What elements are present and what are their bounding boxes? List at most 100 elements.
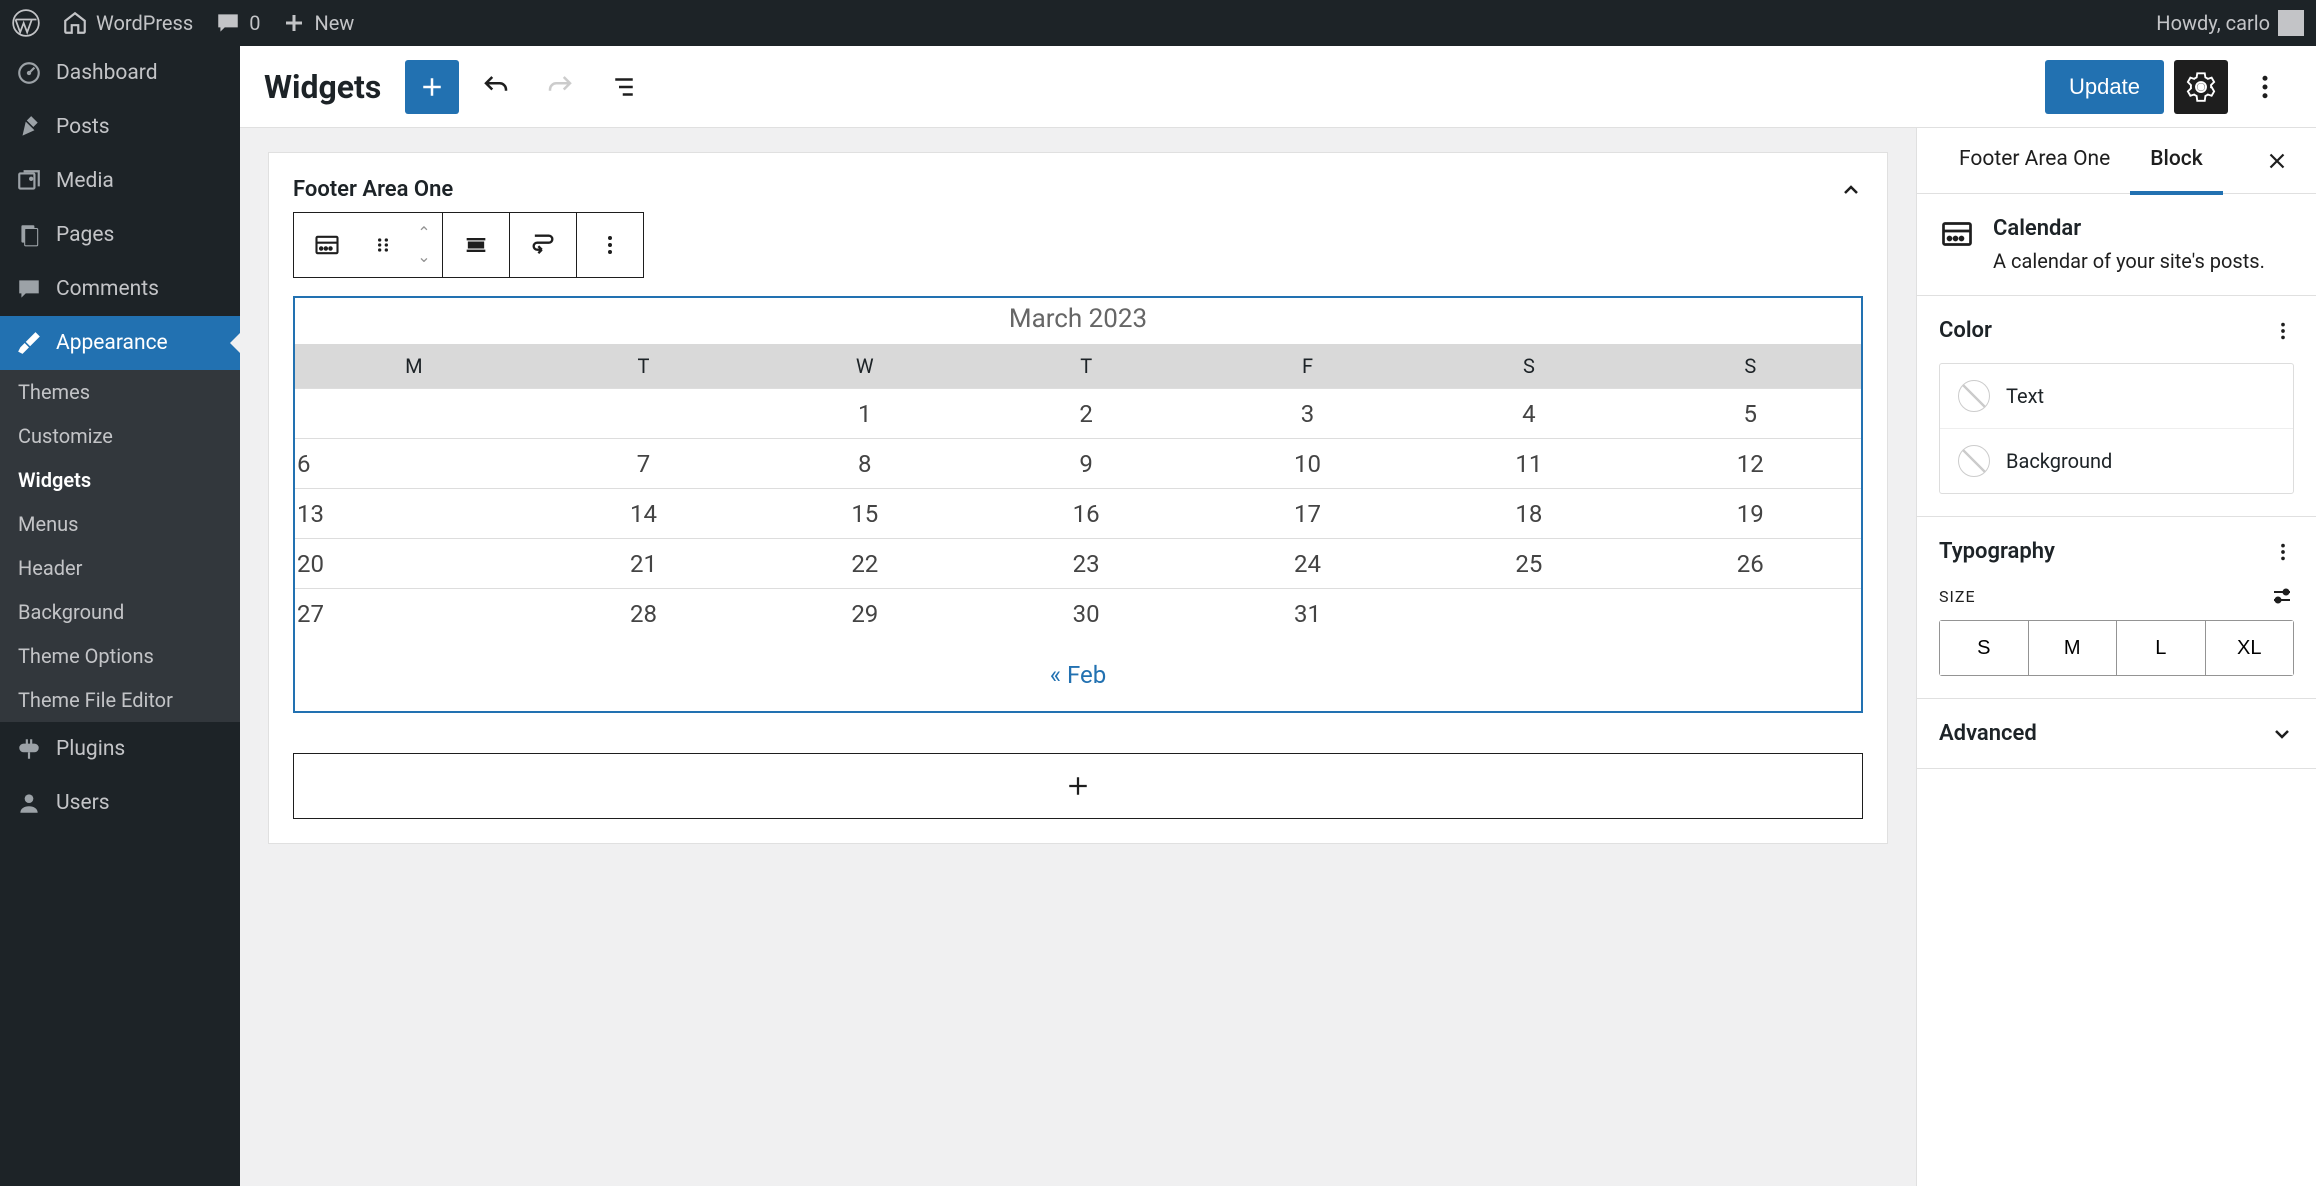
color-swatch-icon	[1958, 380, 1990, 412]
sidebar-item-appearance[interactable]: Appearance	[0, 316, 240, 370]
sidebar-item-posts[interactable]: Posts	[0, 100, 240, 154]
calendar-day-cell: 23	[975, 539, 1196, 589]
submenu-themes[interactable]: Themes	[0, 370, 240, 414]
collapse-area-button[interactable]	[1839, 178, 1863, 202]
color-text-button[interactable]: Text	[1940, 364, 2293, 428]
calendar-prev-link[interactable]: « Feb	[1050, 661, 1106, 689]
drag-handle[interactable]	[360, 213, 406, 277]
new-link[interactable]: New	[282, 11, 354, 35]
calendar-day-header: T	[975, 344, 1196, 389]
calendar-day-cell: 27	[295, 589, 533, 639]
admin-sidebar: Dashboard Posts Media Pages Comments App…	[0, 46, 240, 1186]
move-to-button[interactable]	[510, 213, 576, 277]
calendar-day-cell: 22	[754, 539, 975, 589]
submenu-theme-file-editor[interactable]: Theme File Editor	[0, 678, 240, 722]
calendar-day-cell: 2	[975, 389, 1196, 439]
calendar-block[interactable]: March 2023 MTWTFSS 123456789101112131415…	[293, 296, 1863, 713]
sidebar-submenu: Themes Customize Widgets Menus Header Ba…	[0, 370, 240, 722]
block-more-button[interactable]	[577, 213, 643, 277]
editor-canvas: Footer Area One	[240, 128, 1916, 1186]
panel-advanced-toggle[interactable]: Advanced	[1939, 721, 2294, 746]
calendar-day-cell: 13	[295, 489, 533, 539]
calendar-day-cell: 8	[754, 439, 975, 489]
size-option-xl[interactable]: XL	[2206, 621, 2294, 675]
undo-button[interactable]	[469, 60, 523, 114]
size-label: SIZE	[1939, 587, 1976, 606]
move-down-button[interactable]: ⌄	[406, 245, 442, 269]
size-settings-icon[interactable]	[2270, 584, 2294, 608]
close-inspector-button[interactable]	[2260, 144, 2294, 178]
calendar-day-cell: 14	[533, 489, 754, 539]
add-block-placeholder[interactable]	[293, 753, 1863, 819]
user-menu[interactable]: Howdy, carlo	[2156, 10, 2304, 36]
block-name: Calendar	[1993, 216, 2265, 241]
calendar-day-cell: 25	[1418, 539, 1639, 589]
calendar-day-cell	[1418, 589, 1639, 639]
submenu-customize[interactable]: Customize	[0, 414, 240, 458]
sidebar-item-pages[interactable]: Pages	[0, 208, 240, 262]
calendar-day-cell: 18	[1418, 489, 1639, 539]
calendar-day-header: S	[1418, 344, 1639, 389]
calendar-day-cell	[295, 389, 533, 439]
size-option-l[interactable]: L	[2117, 621, 2206, 675]
size-option-s[interactable]: S	[1940, 621, 2029, 675]
add-block-button[interactable]	[405, 60, 459, 114]
inspector-sidebar: Footer Area One Block Calendar A	[1916, 128, 2316, 1186]
calendar-day-cell: 24	[1197, 539, 1418, 589]
editor-header: Widgets Update	[240, 46, 2316, 128]
calendar-day-cell: 4	[1418, 389, 1639, 439]
calendar-day-header: T	[533, 344, 754, 389]
comments-link[interactable]: 0	[215, 10, 260, 36]
tab-widget-area[interactable]: Footer Area One	[1939, 128, 2130, 195]
calendar-day-cell: 10	[1197, 439, 1418, 489]
align-button[interactable]	[443, 213, 509, 277]
calendar-day-cell: 1	[754, 389, 975, 439]
move-up-button[interactable]: ⌃	[406, 221, 442, 245]
sidebar-item-plugins[interactable]: Plugins	[0, 722, 240, 776]
more-options-button[interactable]	[2238, 60, 2292, 114]
calendar-caption: March 2023	[295, 298, 1861, 344]
calendar-day-header: F	[1197, 344, 1418, 389]
typography-panel-options-button[interactable]	[2272, 541, 2294, 563]
sidebar-item-users[interactable]: Users	[0, 776, 240, 830]
page-title: Widgets	[264, 68, 381, 106]
calendar-day-cell: 12	[1640, 439, 1861, 489]
calendar-day-header: M	[295, 344, 533, 389]
panel-color-title: Color	[1939, 318, 1992, 343]
calendar-day-cell: 5	[1640, 389, 1861, 439]
settings-button[interactable]	[2174, 60, 2228, 114]
submenu-menus[interactable]: Menus	[0, 502, 240, 546]
block-type-button[interactable]	[294, 213, 360, 277]
site-link[interactable]: WordPress	[62, 10, 193, 36]
calendar-day-cell: 3	[1197, 389, 1418, 439]
calendar-day-cell: 6	[295, 439, 533, 489]
sidebar-item-dashboard[interactable]: Dashboard	[0, 46, 240, 100]
redo-button[interactable]	[533, 60, 587, 114]
calendar-day-header: S	[1640, 344, 1861, 389]
color-background-button[interactable]: Background	[1940, 428, 2293, 493]
calendar-table: MTWTFSS 12345678910111213141516171819202…	[295, 344, 1861, 639]
calendar-day-cell: 20	[295, 539, 533, 589]
sidebar-item-comments[interactable]: Comments	[0, 262, 240, 316]
calendar-day-cell: 15	[754, 489, 975, 539]
calendar-day-cell: 21	[533, 539, 754, 589]
submenu-widgets[interactable]: Widgets	[0, 458, 240, 502]
color-panel-options-button[interactable]	[2272, 320, 2294, 342]
sidebar-item-media[interactable]: Media	[0, 154, 240, 208]
calendar-day-cell: 31	[1197, 589, 1418, 639]
submenu-header[interactable]: Header	[0, 546, 240, 590]
wp-logo[interactable]	[12, 9, 40, 37]
list-view-button[interactable]	[597, 60, 651, 114]
submenu-theme-options[interactable]: Theme Options	[0, 634, 240, 678]
calendar-day-cell: 26	[1640, 539, 1861, 589]
size-option-m[interactable]: M	[2029, 621, 2118, 675]
calendar-day-cell: 28	[533, 589, 754, 639]
update-button[interactable]: Update	[2045, 60, 2164, 114]
calendar-day-cell: 11	[1418, 439, 1639, 489]
calendar-day-cell: 9	[975, 439, 1196, 489]
widget-area-title: Footer Area One	[293, 177, 453, 202]
avatar	[2278, 10, 2304, 36]
tab-block[interactable]: Block	[2130, 128, 2222, 195]
submenu-background[interactable]: Background	[0, 590, 240, 634]
calendar-day-header: W	[754, 344, 975, 389]
